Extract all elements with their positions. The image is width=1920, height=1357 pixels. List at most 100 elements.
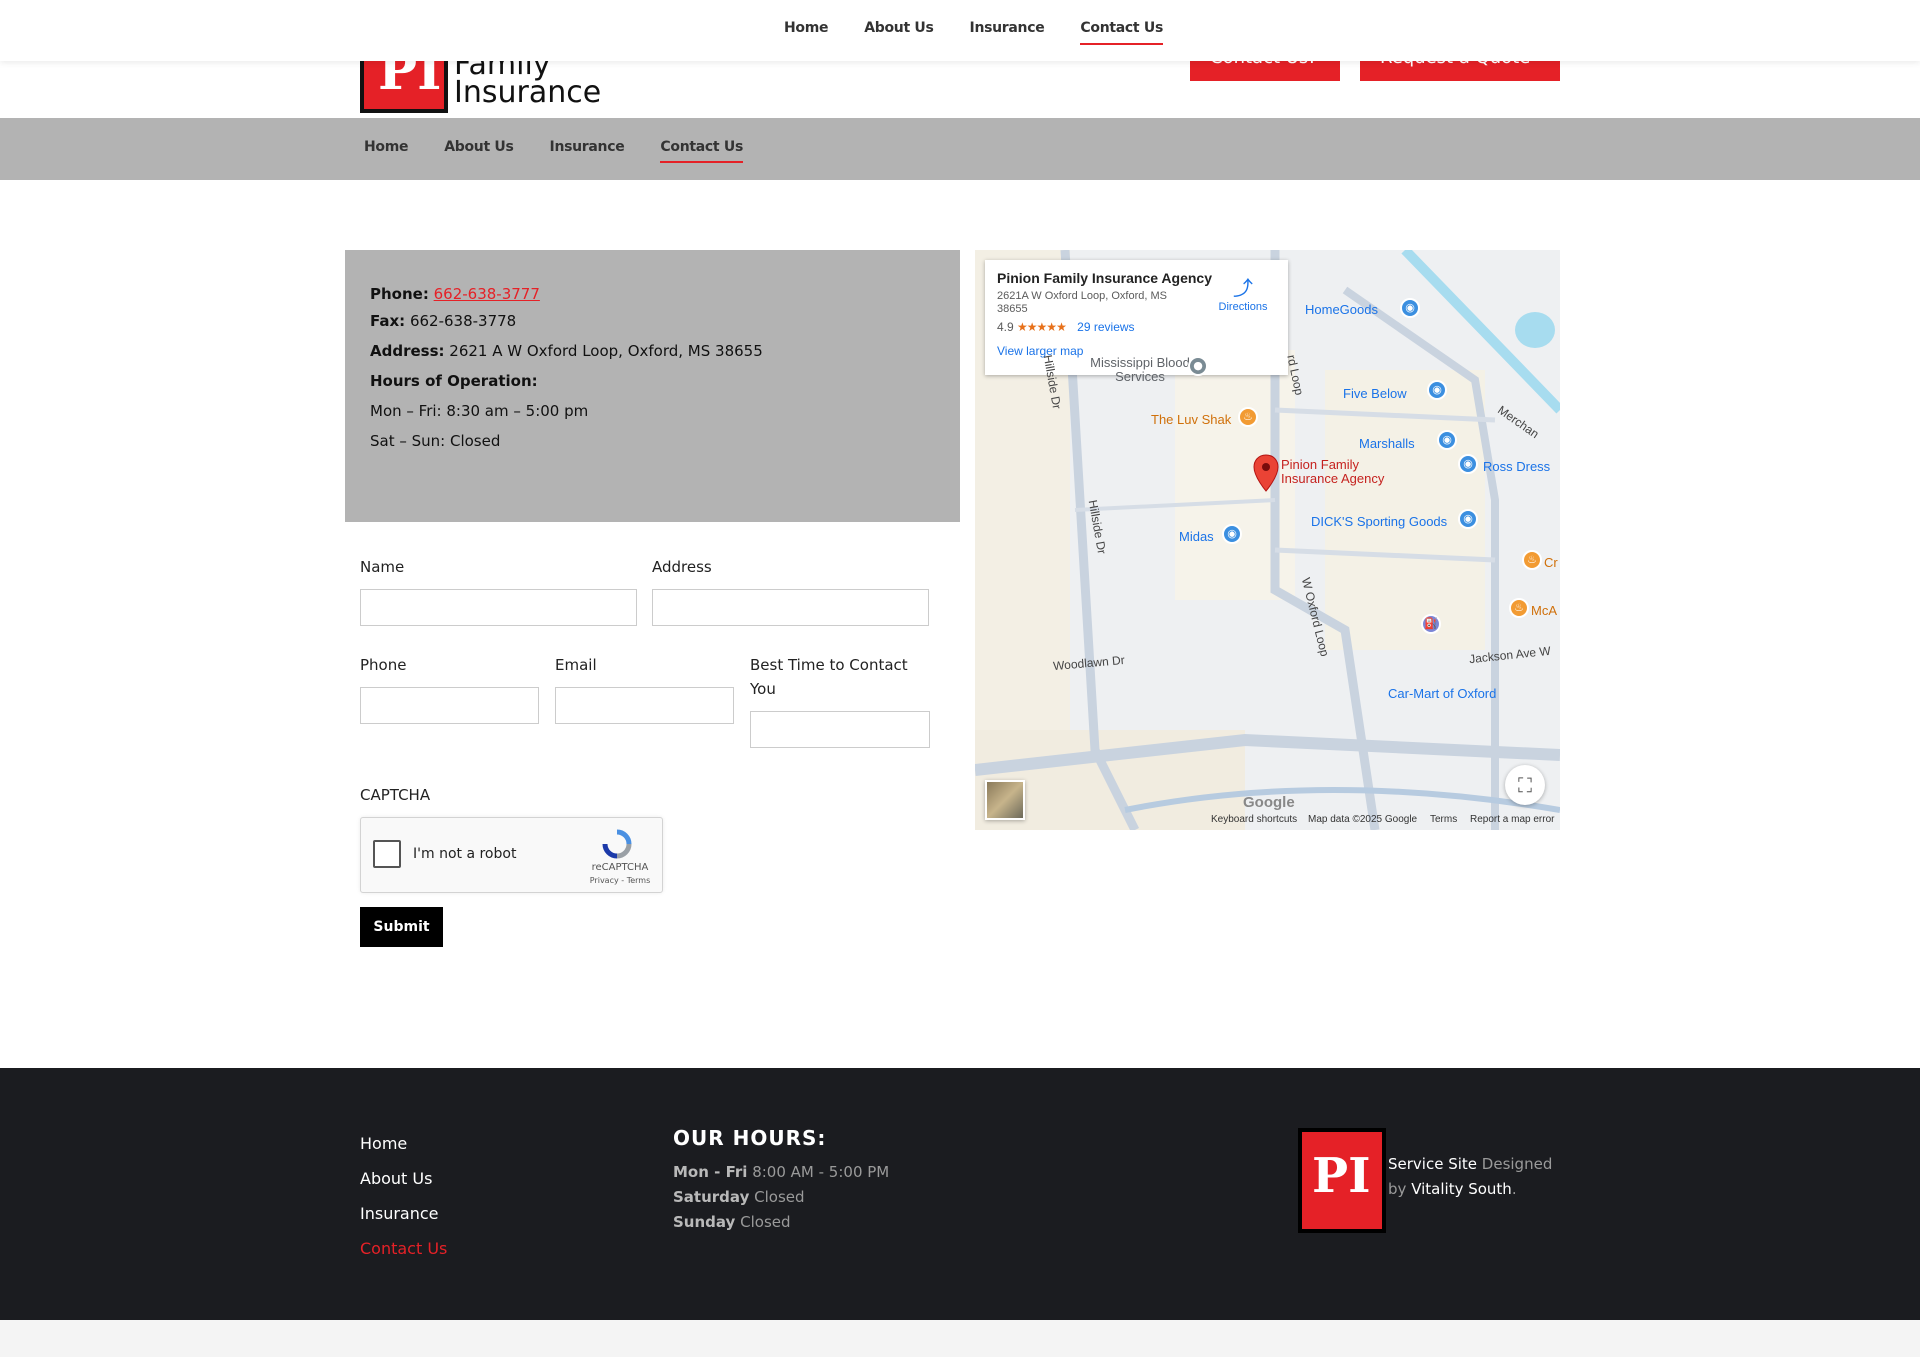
hours-title: OUR HOURS: [673,1126,827,1150]
footer-link-about[interactable]: About Us [360,1161,447,1196]
credit-period: . [1511,1180,1517,1198]
directions-link[interactable]: ⤴ Directions [1213,272,1273,313]
best-time-label: Best Time to Contact You [750,656,908,698]
main-nav: Home About Us Insurance Contact Us [364,139,743,163]
hours-row: Sunday Closed [673,1210,889,1235]
shopping-pin-icon[interactable]: ◉ [1222,524,1242,544]
hours-weekend: Sat – Sun: Closed [370,432,501,450]
top-nav-home[interactable]: Home [784,20,829,45]
map-label-pinion[interactable]: Pinion Family Insurance Agency [1281,458,1401,486]
shopping-pin-icon[interactable]: ◉ [1437,430,1457,450]
map-label-car-mart[interactable]: Car-Mart of Oxford [1388,686,1496,701]
name-input[interactable] [360,589,637,626]
recaptcha-checkbox[interactable] [373,840,401,868]
map-label-dicks[interactable]: DICK'S Sporting Goods [1311,514,1447,529]
main-nav-contact[interactable]: Contact Us [660,139,743,163]
fax-value: 662-638-3778 [409,312,517,330]
main-nav-bar: Home About Us Insurance Contact Us [0,118,1920,180]
location-pin-icon[interactable] [1252,453,1280,493]
request-quote-button[interactable]: Request a Quote [1360,61,1560,81]
logo-wordmark[interactable]: Family Insurance [454,61,602,110]
shopping-pin-icon[interactable]: ◉ [1400,298,1420,318]
recaptcha-links[interactable]: Privacy - Terms [585,876,655,885]
restaurant-pin-icon[interactable]: ♨ [1238,407,1258,427]
report-error-link[interactable]: Report a map error [1470,814,1554,825]
map-card-rating: 4.9 ★★★★★ 29 reviews [997,320,1276,334]
phone-link[interactable]: 662-638-3777 [434,285,540,303]
place-pin-icon[interactable]: ● [1188,356,1208,376]
shopping-pin-icon[interactable]: ◉ [1458,454,1478,474]
footer-link-contact[interactable]: Contact Us [360,1231,447,1266]
map-card-address: 2621A W Oxford Loop, Oxford, MS 38655 [997,290,1167,315]
footer-link-home[interactable]: Home [360,1126,447,1161]
top-nav-contact[interactable]: Contact Us [1080,20,1163,45]
map-label-five-below[interactable]: Five Below [1343,386,1407,401]
submit-button[interactable]: Submit [360,907,443,947]
map-label-blood-services[interactable]: Mississippi Blood Services [1085,356,1195,384]
map-label-ross[interactable]: Ross Dress [1483,459,1550,474]
contact-us-button[interactable]: Contact Us! [1190,61,1340,81]
map-label-marshalls[interactable]: Marshalls [1359,436,1415,451]
map-label-midas[interactable]: Midas [1179,529,1214,544]
map-label-luv-shak[interactable]: The Luv Shak [1151,412,1231,427]
directions-label: Directions [1218,301,1268,313]
shopping-pin-icon[interactable]: ◉ [1427,380,1447,400]
address-field-label: Address [652,558,712,576]
hours-heading: Hours of Operation: [370,371,935,391]
name-label: Name [360,558,405,576]
footer-link-insurance[interactable]: Insurance [360,1196,447,1231]
fuel-pin-icon[interactable]: ⛽ [1421,614,1441,634]
footer-credit: Service Site Designed by Vitality South. [1388,1152,1563,1202]
hours-day: Sunday [673,1213,736,1231]
footer-links: Home About Us Insurance Contact Us [360,1126,447,1266]
map-reviews-link[interactable]: 29 reviews [1077,320,1134,334]
contact-info-box: Phone: 662-638-3777 Fax: 662-638-3778 Ad… [345,250,960,522]
email-input[interactable] [555,687,734,724]
captcha-label: CAPTCHA [360,786,431,804]
map-label-homegoods[interactable]: HomeGoods [1305,302,1378,317]
phone-field-label: Phone [360,656,407,674]
phone-label: Phone: [370,285,429,303]
main-nav-about[interactable]: About Us [444,139,514,163]
main-content: Phone: 662-638-3777 Fax: 662-638-3778 Ad… [0,180,1920,1068]
logo-line-2: Insurance [454,75,602,110]
shopping-pin-icon[interactable]: ◉ [1458,509,1478,529]
vitality-south-link[interactable]: Vitality South [1411,1180,1512,1198]
map-rating-value: 4.9 [997,320,1014,334]
hours-time: 8:00 AM - 5:00 PM [752,1163,890,1181]
phone-input[interactable] [360,687,539,724]
hours-label: Hours of Operation: [370,372,538,390]
top-nav-about[interactable]: About Us [864,20,934,45]
top-nav: Home About Us Insurance Contact Us [784,20,1163,45]
hours-row: Saturday Closed [673,1185,889,1210]
fax-label: Fax: [370,312,406,330]
terms-link[interactable]: Terms [1430,814,1457,825]
restaurant-pin-icon[interactable]: ♨ [1522,550,1542,570]
hours-time: Closed [754,1188,805,1206]
address-line: Address: 2621 A W Oxford Loop, Oxford, M… [370,341,935,361]
footer-logo[interactable]: PI [1298,1128,1386,1233]
address-value: 2621 A W Oxford Loop, Oxford, MS 38655 [449,342,763,360]
phone-line: Phone: 662-638-3777 [370,284,935,304]
main-nav-insurance[interactable]: Insurance [550,139,625,163]
address-input[interactable] [652,589,929,626]
restaurant-pin-icon[interactable]: ♨ [1509,598,1529,618]
hours-row: Mon - Fri 8:00 AM - 5:00 PM [673,1160,889,1185]
best-time-input[interactable] [750,711,930,748]
site-logo[interactable]: PI [360,61,448,113]
hours-day: Saturday [673,1188,750,1206]
keyboard-shortcuts-link[interactable]: Keyboard shortcuts [1211,814,1297,825]
google-map-embed[interactable]: Pinion Family Insurance Agency 2621A W O… [975,250,1560,830]
directions-icon: ⤴ [1233,278,1253,300]
map-label-mca[interactable]: McA [1531,603,1557,618]
map-label-cr[interactable]: Cr [1544,555,1558,570]
main-nav-home[interactable]: Home [364,139,409,163]
service-site-link[interactable]: Service Site [1388,1155,1477,1173]
fullscreen-icon[interactable]: ⛶ [1505,765,1545,805]
map-attribution: Keyboard shortcuts Map data ©2025 Google… [975,811,1560,830]
recaptcha-widget: I'm not a robot reCAPTCHA Privacy - Term… [360,817,663,893]
hours-weekday: Mon – Fri: 8:30 am – 5:00 pm [370,402,589,420]
footer-logo-monogram: PI [1312,1148,1371,1204]
top-nav-insurance[interactable]: Insurance [970,20,1045,45]
google-logo: Google [1243,794,1295,811]
